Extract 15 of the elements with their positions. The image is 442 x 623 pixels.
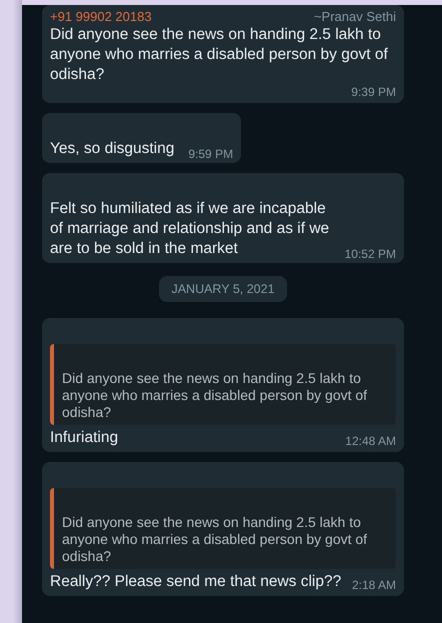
message-time: 10:52 PM <box>344 247 396 261</box>
message-time: 2:18 AM <box>352 578 396 592</box>
message-time: 9:59 PM <box>188 147 234 161</box>
message-text: Yes, so disgusting <box>50 139 174 159</box>
quoted-message[interactable]: Did anyone see the news on handing 2.5 lakh to anyone who marries a disabled person by govt of odisha? <box>50 488 396 569</box>
message-time: 12:48 AM <box>345 434 396 448</box>
sender-number: +91 99902 20183 <box>50 9 152 25</box>
message-text: Infuriating <box>50 428 118 448</box>
message-text: Did anyone see the news on handing 2.5 lakh to anyone who marries a disabled person by govt of odisha? <box>50 26 388 83</box>
message-text: Really?? Please send me that news clip?? <box>50 572 342 592</box>
sender-name: ~Pranav Sethi <box>314 9 396 25</box>
quoted-message[interactable]: Did anyone see the news on handing 2.5 lakh to anyone who marries a disabled person by govt of odisha? <box>50 344 396 425</box>
message-text: Felt so humiliated as if we are incapable of marriage and relationship and as if we are to be sold in the market <box>50 199 330 259</box>
date-label: JANUARY 5, 2021 <box>159 276 287 302</box>
message-time: 9:39 PM <box>350 85 396 99</box>
